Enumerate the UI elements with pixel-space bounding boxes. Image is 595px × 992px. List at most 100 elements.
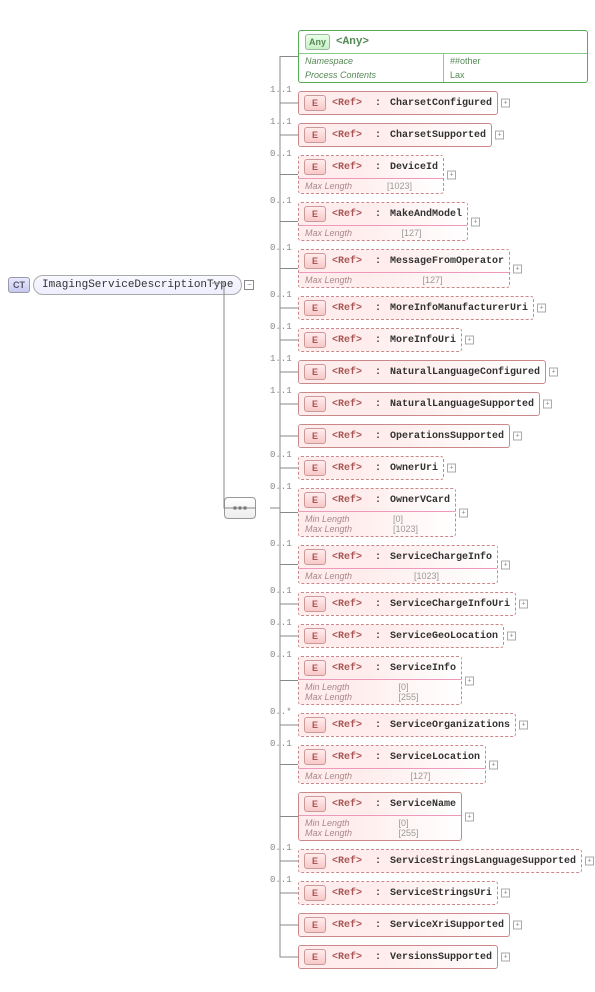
name-separator: : — [375, 752, 381, 763]
expand-handle[interactable]: + — [465, 676, 474, 685]
element-badge: E — [304, 300, 326, 316]
ref-keyword: <Ref> — [332, 130, 362, 141]
collapse-handle[interactable]: − — [244, 280, 254, 290]
ref-keyword: <Ref> — [332, 162, 362, 173]
element-name: OwnerUri — [390, 463, 438, 474]
expand-handle[interactable]: + — [465, 812, 474, 821]
element-name: ServiceStringsUri — [390, 888, 492, 899]
children-list: Any <Any> Namespace ##other Process Cont… — [298, 30, 588, 969]
ref-keyword: <Ref> — [332, 431, 362, 442]
expand-handle[interactable]: + — [513, 921, 522, 930]
facets-grid: Min Length[0]Max Length[1023] — [299, 511, 455, 536]
expand-handle[interactable]: + — [585, 857, 594, 866]
element-badge: E — [304, 127, 326, 143]
ref-keyword: <Ref> — [332, 495, 362, 506]
sequence-compositor[interactable] — [224, 497, 256, 519]
element-ref-node[interactable]: 0..1E<Ref>:ServiceStringsUri+ — [298, 881, 588, 905]
occurrence-indicator: 0..1 — [270, 539, 292, 549]
element-ref-node[interactable]: 0..1E<Ref>:MoreInfoUri+ — [298, 328, 588, 352]
element-ref-node[interactable]: 0..1E<Ref>:ServiceStringsLanguageSupport… — [298, 849, 588, 873]
name-separator: : — [375, 799, 381, 810]
facets-grid: Max Length[1023] — [299, 178, 443, 193]
expand-handle[interactable]: + — [471, 217, 480, 226]
element-ref-node[interactable]: 1..1E<Ref>:CharsetConfigured+ — [298, 91, 588, 115]
name-separator: : — [375, 98, 381, 109]
expand-handle[interactable]: + — [447, 170, 456, 179]
element-name: MoreInfoManufacturerUri — [390, 303, 528, 314]
expand-handle[interactable]: + — [519, 721, 528, 730]
expand-handle[interactable]: + — [513, 432, 522, 441]
ref-keyword: <Ref> — [332, 552, 362, 563]
occurrence-indicator: 0..1 — [270, 196, 292, 206]
element-ref-node[interactable]: 0..1E<Ref>:OwnerVCardMin Length[0]Max Le… — [298, 488, 588, 537]
element-ref-node[interactable]: 0..*E<Ref>:ServiceOrganizations+ — [298, 713, 588, 737]
element-ref-node[interactable]: 0..1E<Ref>:ServiceChargeInfoUri+ — [298, 592, 588, 616]
element-name: ServiceChargeInfoUri — [390, 599, 510, 610]
expand-handle[interactable]: + — [489, 760, 498, 769]
expand-handle[interactable]: + — [543, 400, 552, 409]
name-separator: : — [375, 335, 381, 346]
ref-keyword: <Ref> — [332, 856, 362, 867]
ref-keyword: <Ref> — [332, 256, 362, 267]
element-badge: E — [304, 253, 326, 269]
expand-handle[interactable]: + — [501, 953, 510, 962]
expand-handle[interactable]: + — [537, 304, 546, 313]
element-ref-node[interactable]: E<Ref>:ServiceXriSupported+ — [298, 913, 588, 937]
element-ref-node[interactable]: 1..1E<Ref>:CharsetSupported+ — [298, 123, 588, 147]
element-badge: E — [304, 460, 326, 476]
element-name: CharsetSupported — [390, 130, 486, 141]
element-ref-node[interactable]: E<Ref>:OperationsSupported+ — [298, 424, 588, 448]
occurrence-indicator: 0..1 — [270, 243, 292, 253]
name-separator: : — [375, 720, 381, 731]
element-name: ServiceInfo — [390, 663, 456, 674]
element-badge: E — [304, 332, 326, 348]
element-ref-node[interactable]: E<Ref>:VersionsSupported+ — [298, 945, 588, 969]
element-badge: E — [304, 396, 326, 412]
expand-handle[interactable]: + — [507, 632, 516, 641]
element-ref-node[interactable]: 0..1E<Ref>:MoreInfoManufacturerUri+ — [298, 296, 588, 320]
expand-handle[interactable]: + — [519, 600, 528, 609]
element-ref-node[interactable]: 1..1E<Ref>:NaturalLanguageSupported+ — [298, 392, 588, 416]
expand-handle[interactable]: + — [495, 131, 504, 140]
element-ref-node[interactable]: E<Ref>:ServiceNameMin Length[0]Max Lengt… — [298, 792, 588, 841]
element-ref-node[interactable]: 0..1E<Ref>:MakeAndModelMax Length[127]+ — [298, 202, 588, 241]
name-separator: : — [375, 463, 381, 474]
occurrence-indicator: 1..1 — [270, 386, 292, 396]
element-badge: E — [304, 95, 326, 111]
name-separator: : — [375, 631, 381, 642]
occurrence-indicator: 0..1 — [270, 322, 292, 332]
element-ref-node[interactable]: 0..1E<Ref>:OwnerUri+ — [298, 456, 588, 480]
element-badge: E — [304, 206, 326, 222]
occurrence-indicator: 0..1 — [270, 739, 292, 749]
expand-handle[interactable]: + — [465, 336, 474, 345]
name-separator: : — [375, 952, 381, 963]
element-name: CharsetConfigured — [390, 98, 492, 109]
expand-handle[interactable]: + — [513, 264, 522, 273]
any-processcontents-label: Process Contents — [299, 68, 443, 82]
expand-handle[interactable]: + — [549, 368, 558, 377]
any-wildcard-node[interactable]: Any <Any> Namespace ##other Process Cont… — [298, 30, 588, 83]
expand-handle[interactable]: + — [447, 464, 456, 473]
ref-keyword: <Ref> — [332, 720, 362, 731]
element-ref-node[interactable]: 0..1E<Ref>:MessageFromOperatorMax Length… — [298, 249, 588, 288]
any-namespace-value: ##other — [443, 54, 587, 68]
element-ref-node[interactable]: 0..1E<Ref>:ServiceLocationMax Length[127… — [298, 745, 588, 784]
element-ref-node[interactable]: 0..1E<Ref>:ServiceInfoMin Length[0]Max L… — [298, 656, 588, 705]
element-ref-node[interactable]: 0..1E<Ref>:DeviceIdMax Length[1023]+ — [298, 155, 588, 194]
element-name: DeviceId — [390, 162, 438, 173]
element-ref-node[interactable]: 0..1E<Ref>:ServiceChargeInfoMax Length[1… — [298, 545, 588, 584]
expand-handle[interactable]: + — [501, 560, 510, 569]
name-separator: : — [375, 552, 381, 563]
element-ref-node[interactable]: 0..1E<Ref>:ServiceGeoLocation+ — [298, 624, 588, 648]
expand-handle[interactable]: + — [501, 889, 510, 898]
expand-handle[interactable]: + — [501, 99, 510, 108]
occurrence-indicator: 0..1 — [270, 586, 292, 596]
element-ref-node[interactable]: 1..1E<Ref>:NaturalLanguageConfigured+ — [298, 360, 588, 384]
root-complex-type-node[interactable]: CT ImagingServiceDescriptionType − — [8, 275, 254, 295]
complex-type-badge: CT — [8, 277, 30, 293]
element-badge: E — [304, 492, 326, 508]
name-separator: : — [375, 399, 381, 410]
expand-handle[interactable]: + — [459, 508, 468, 517]
occurrence-indicator: 0..* — [270, 707, 292, 717]
element-badge: E — [304, 364, 326, 380]
